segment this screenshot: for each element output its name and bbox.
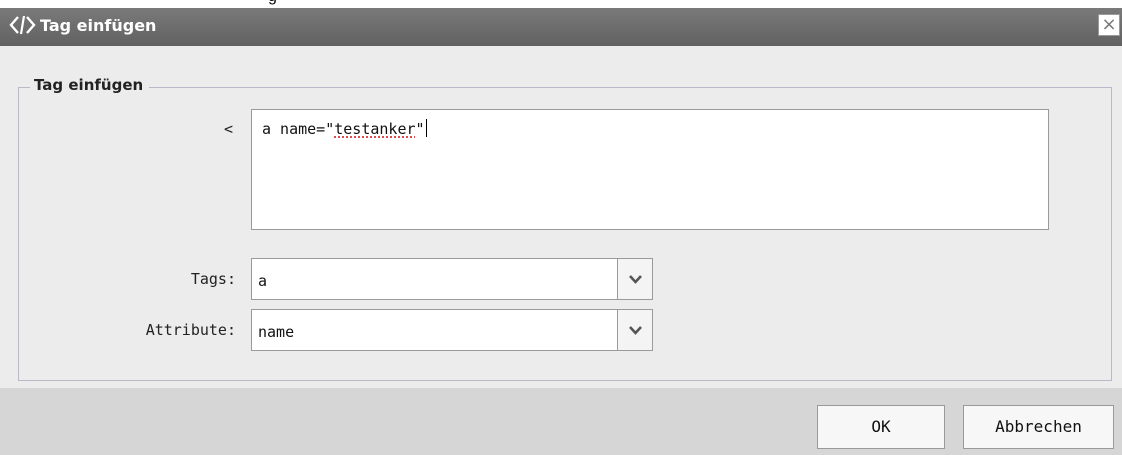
fieldset-legend: Tag einfügen [30, 76, 150, 94]
page-top-strip: g [0, 0, 1122, 8]
tag-textarea[interactable]: a name="testanker" [251, 109, 1049, 230]
tags-select-value: a [258, 272, 268, 290]
cancel-button[interactable]: Abbrechen [963, 405, 1114, 449]
code-brackets-icon [8, 12, 38, 38]
attribute-select-value: name [258, 323, 295, 341]
page-top-fragment: g [268, 0, 277, 6]
tags-dropdown-button[interactable] [617, 258, 653, 300]
tag-text-before: a name=" [262, 120, 335, 138]
dialog-titlebar[interactable]: Tag einfügen [0, 8, 1122, 46]
tags-label: Tags: [190, 270, 236, 288]
attribute-dropdown-button[interactable] [617, 309, 653, 351]
attribute-label: Attribute: [145, 321, 236, 339]
tag-text-after: " [415, 120, 425, 138]
chevron-down-icon [629, 326, 642, 335]
dialog-footer [0, 388, 1122, 455]
tags-select[interactable]: a [251, 258, 618, 300]
tag-insert-dialog: g Tag einfügen × Tag einfügen < a name="… [0, 0, 1122, 455]
close-button[interactable]: × [1098, 14, 1120, 36]
attribute-select[interactable]: name [251, 309, 618, 351]
tag-prefix-label: < [224, 120, 234, 138]
chevron-down-icon [629, 275, 642, 284]
dialog-title: Tag einfügen [40, 16, 157, 35]
tag-text-misspelled: testanker [334, 120, 416, 138]
close-icon: × [1101, 14, 1117, 35]
text-caret [425, 119, 427, 137]
ok-button[interactable]: OK [817, 405, 945, 449]
